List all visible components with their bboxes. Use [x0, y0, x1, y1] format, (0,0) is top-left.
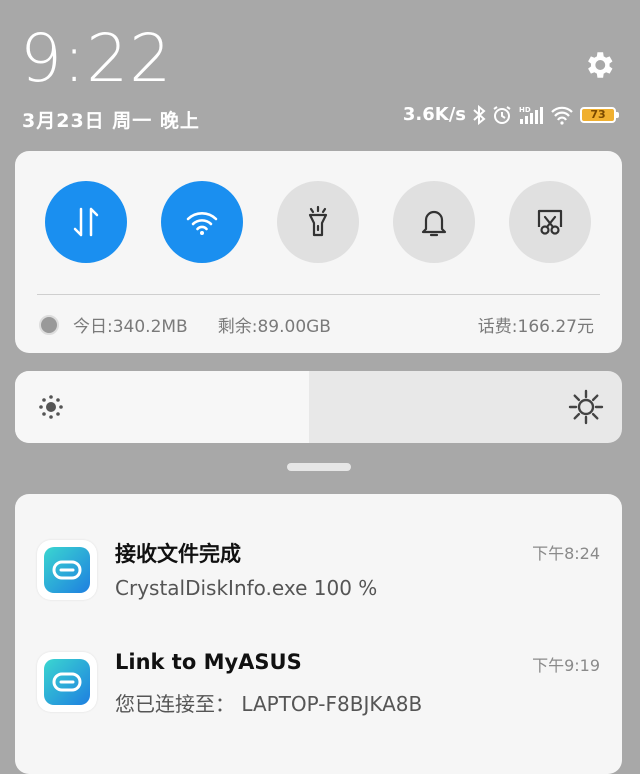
clock: 9:22 [20, 20, 173, 97]
link-app-icon [44, 547, 90, 593]
notification-item[interactable]: 接收文件完成 CrystalDiskInfo.exe 100 % 下午8:24 [37, 536, 600, 628]
notification-item[interactable]: Link to MyASUS 您已连接至： LAPTOP-F8BJKA8B 下午… [37, 648, 600, 740]
usage-dot-icon [39, 314, 59, 335]
notification-time: 下午9:19 [532, 656, 600, 675]
notification-body: CrystalDiskInfo.exe 100 % [115, 576, 378, 600]
battery-icon: 73 [580, 106, 619, 123]
phone-fee: 话费:166.27元 [477, 317, 594, 337]
screenshot-toggle[interactable] [509, 181, 591, 263]
brightness-high-icon [568, 389, 604, 425]
notification-time: 下午8:24 [532, 544, 600, 563]
signal-hd-icon: HD [519, 106, 543, 124]
flashlight-toggle[interactable] [277, 181, 359, 263]
data-arrows-icon [73, 207, 99, 237]
today-usage: 今日:340.2MB [73, 317, 188, 337]
drag-handle[interactable] [287, 463, 351, 471]
app-icon [37, 540, 97, 600]
screenshot-scissors-icon [537, 209, 563, 235]
notification-title: Link to MyASUS [115, 650, 302, 674]
wifi-status-icon [551, 106, 573, 125]
notifications-panel: 接收文件完成 CrystalDiskInfo.exe 100 % 下午8:24 … [15, 494, 622, 774]
notification-body: 您已连接至： LAPTOP-F8BJKA8B [115, 692, 423, 716]
quick-toggles-panel: 今日:340.2MB 剩余:89.00GB 话费:166.27元 [15, 151, 622, 353]
link-app-icon [44, 659, 90, 705]
bluetooth-icon [473, 104, 486, 125]
alarm-clock-icon [493, 105, 511, 124]
wifi-toggle[interactable] [161, 181, 243, 263]
settings-gear-icon[interactable] [582, 48, 616, 82]
notification-title: 接收文件完成 [115, 542, 241, 566]
notification-toggle[interactable] [393, 181, 475, 263]
data-usage-row[interactable]: 今日:340.2MB 剩余:89.00GB 话费:166.27元 [39, 312, 594, 337]
brightness-slider[interactable] [15, 371, 622, 443]
svg-text:HD: HD [519, 106, 531, 114]
net-speed: 3.6K/s [402, 104, 466, 125]
remaining-data: 剩余:89.00GB [217, 317, 331, 337]
date-label: 3月23日 周一 晚上 [22, 110, 200, 132]
status-icons: 3.6K/s HD 73 [402, 104, 619, 125]
divider [37, 294, 600, 295]
brightness-low-icon [39, 395, 63, 419]
wifi-icon [186, 212, 218, 235]
bell-icon [421, 210, 447, 237]
mobile-data-toggle[interactable] [45, 181, 127, 263]
app-icon [37, 652, 97, 712]
flashlight-icon [308, 205, 328, 237]
